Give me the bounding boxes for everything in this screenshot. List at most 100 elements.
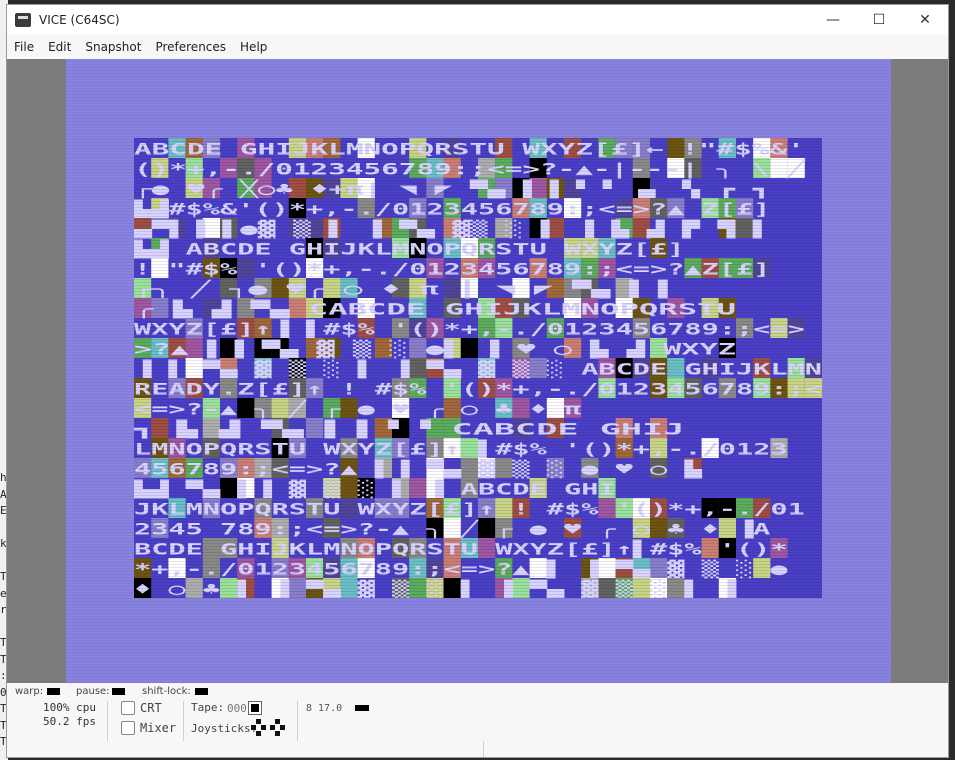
scanline: [134, 159, 822, 160]
scanline: [134, 228, 822, 229]
c64-character-grid: ABCDE GHIJKLMNOPQRSTU WXYZ[£]← !"#$%&'()…: [134, 138, 822, 598]
scanline: [134, 597, 822, 598]
scanline: [134, 375, 822, 376]
scanline: [134, 384, 822, 385]
scanline: [134, 312, 822, 313]
cpu-usage: 100% cpu: [43, 701, 96, 714]
vice-app-icon: [15, 13, 31, 27]
vice-window: VICE (C64SC) — ☐ ✕ File Edit Snapshot Pr…: [6, 4, 949, 758]
scanline: [134, 162, 822, 163]
scanline: [134, 153, 822, 154]
scanline: [134, 405, 822, 406]
drive-status: 8 17.0: [306, 703, 343, 714]
tape-control-icon[interactable]: [248, 701, 262, 715]
scanline: [134, 195, 822, 196]
scanline: [134, 309, 822, 310]
scanline: [134, 342, 822, 343]
warp-indicator[interactable]: [47, 688, 60, 695]
joystick-icon[interactable]: [251, 719, 286, 739]
minimize-button[interactable]: —: [810, 5, 856, 35]
scanline: [134, 156, 822, 157]
scanline: [134, 498, 822, 499]
scanline: [134, 297, 822, 298]
scanline: [134, 336, 822, 337]
scanline: [134, 477, 822, 478]
scanline: [134, 303, 822, 304]
scanline: [134, 537, 822, 538]
maximize-button[interactable]: ☐: [856, 5, 902, 35]
scanline: [134, 186, 822, 187]
scanline: [134, 189, 822, 190]
scanline: [134, 549, 822, 550]
menu-file[interactable]: File: [7, 40, 41, 54]
scanline: [134, 183, 822, 184]
title-bar[interactable]: VICE (C64SC) — ☐ ✕: [7, 5, 948, 35]
fps-readout: 50.2 fps: [43, 715, 96, 728]
menu-bar: File Edit Snapshot Preferences Help: [7, 35, 948, 59]
menu-edit[interactable]: Edit: [41, 40, 78, 54]
c64-screen-row: JKLMNOPQRSTU WXYZ[£]↑ ! #$% '()*+,-./01: [134, 499, 805, 518]
scanline: [134, 381, 822, 382]
menu-preferences[interactable]: Preferences: [148, 40, 233, 54]
scanline: [134, 231, 822, 232]
scanline: [134, 576, 822, 577]
scanline: [134, 546, 822, 547]
menu-help[interactable]: Help: [233, 40, 274, 54]
scanline: [134, 486, 822, 487]
scanline: [134, 138, 822, 139]
scanline: [134, 267, 822, 268]
scanline: [134, 306, 822, 307]
scanline: [134, 540, 822, 541]
scanline: [134, 390, 822, 391]
scanline: [134, 333, 822, 334]
scanline: [134, 261, 822, 262]
scanline: [134, 543, 822, 544]
pause-indicator[interactable]: [112, 688, 125, 695]
scanline: [134, 558, 822, 559]
status-bar: warp: pause: shift-lock: 100% cpu 50.2 f…: [7, 683, 948, 757]
scanline: [134, 483, 822, 484]
c64-screen[interactable]: ABCDE GHIJKLMNOPQRSTU WXYZ[£]← !"#$%&'()…: [134, 138, 822, 598]
scanline: [134, 387, 822, 388]
scanline: [134, 192, 822, 193]
scanline: [134, 567, 822, 568]
scanline: [134, 258, 822, 259]
scanline: [134, 429, 822, 430]
emulator-display[interactable]: ABCDE GHIJKLMNOPQRSTU WXYZ[£]← !"#$%&'()…: [7, 59, 948, 683]
scanline: [134, 531, 822, 532]
scanline: [134, 165, 822, 166]
scanline: [134, 393, 822, 394]
crt-checkbox[interactable]: [121, 701, 135, 715]
c64-screen-row: ┓ ▙ ▟ ▀▄ ▌▐ ▘▝ CABCDE GHIJ: [134, 418, 684, 439]
close-button[interactable]: ✕: [902, 5, 948, 35]
c64-screen-row: ┌● ♥╭ ╳○♣ ♦+π| ◥ ◤ ▀▄ ▌▐ ▘▝ ▗▖ ▚ ┏ ┓: [134, 178, 770, 199]
status-divider: [107, 701, 108, 741]
c64-screen-row: ! "#$% '()*+,-./0123456789:;<=>?▲Z[£]: [134, 259, 770, 278]
scanline: [134, 141, 822, 142]
scanline: [134, 561, 822, 562]
scanline: [134, 417, 822, 418]
scanline: [134, 216, 822, 217]
scanline: [134, 504, 822, 505]
scanline: [134, 594, 822, 595]
scanline: [134, 207, 822, 208]
scanline: [134, 465, 822, 466]
scanline: [134, 177, 822, 178]
scanline: [134, 507, 822, 508]
c64-screen-row: READY.Z[£]↑ ! #$% '()*+,-./0123456789:;<: [134, 379, 822, 398]
status-divider: [183, 701, 184, 741]
shift-lock-indicator[interactable]: [195, 688, 208, 695]
scanline: [134, 300, 822, 301]
scanline: [134, 525, 822, 526]
scanline: [134, 279, 822, 280]
scanline: [134, 585, 822, 586]
joysticks-label: Joysticks:: [191, 722, 258, 735]
c64-screen-row: ABCDE GHIJKLMNOPQRSTU WXYZ[£]← !"#$%&': [134, 139, 805, 158]
scanline: [134, 150, 822, 151]
menu-snapshot[interactable]: Snapshot: [78, 40, 148, 54]
status-divider: [297, 701, 298, 741]
scanline: [134, 432, 822, 433]
mixer-checkbox[interactable]: [121, 721, 135, 735]
scanline: [134, 573, 822, 574]
pause-label: pause:: [76, 686, 110, 697]
